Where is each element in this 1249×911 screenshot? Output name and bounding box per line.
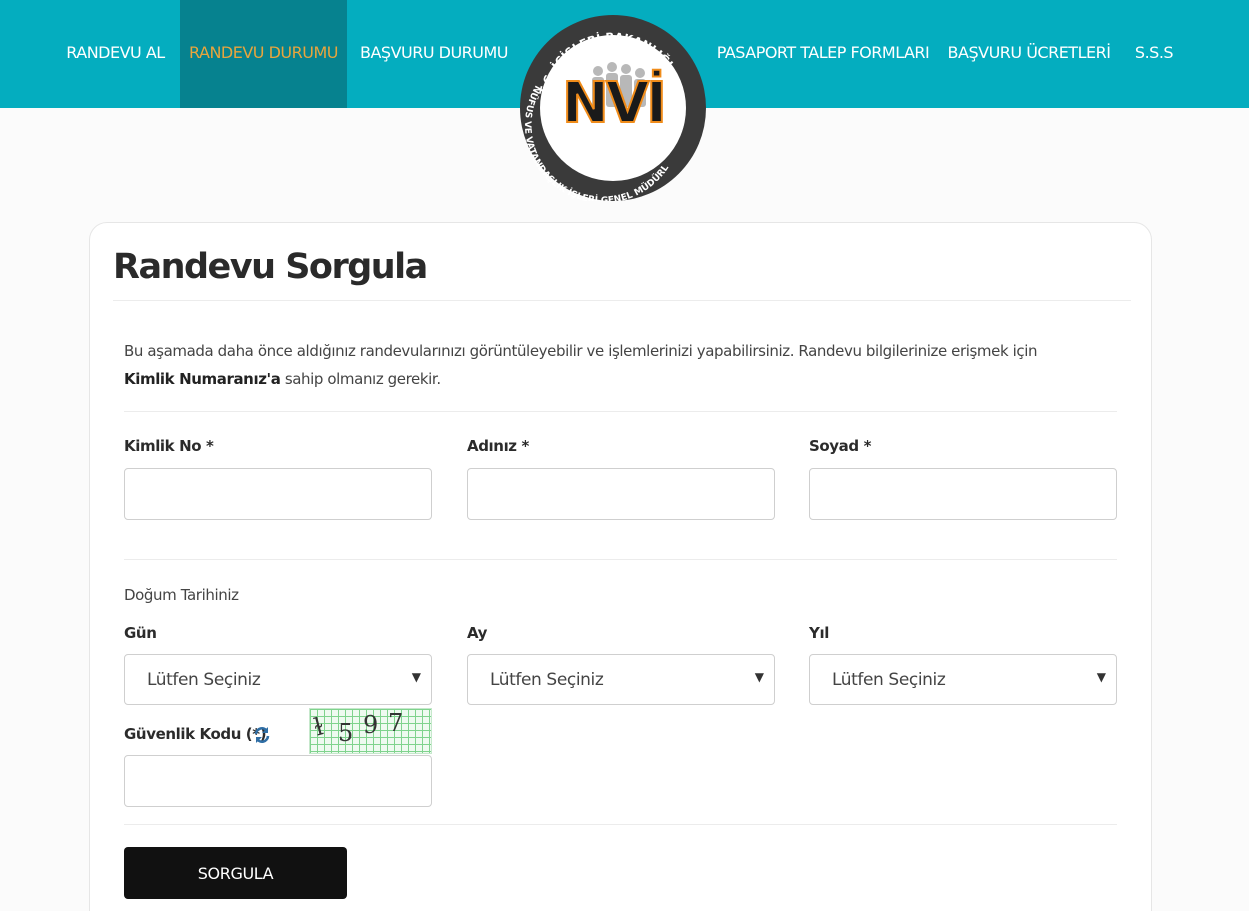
nav-sss[interactable]: S.S.S — [1128, 0, 1180, 108]
intro-divider — [124, 411, 1117, 412]
appointment-query-card: Randevu Sorgula Bu aşamada daha önce ald… — [89, 222, 1152, 911]
security-code-label: Güvenlik Kodu (*) — [124, 725, 267, 743]
intro-text-bold: Kimlik Numaranız'a — [124, 370, 281, 388]
month-label: Ay — [467, 624, 488, 642]
year-select[interactable]: Lütfen Seçiniz ▼ — [809, 654, 1117, 705]
kimlik-no-input[interactable] — [124, 468, 432, 520]
captcha-image: ɫ 5 9 7 — [309, 708, 432, 754]
security-divider — [124, 824, 1117, 825]
chevron-down-icon: ▼ — [1096, 670, 1106, 684]
day-select-value: Lütfen Seçiniz — [147, 670, 261, 690]
kimlik-no-label: Kimlik No * — [124, 437, 214, 455]
nav-pasaport-talep-formlari[interactable]: PASAPORT TALEP FORMLARI — [716, 0, 930, 108]
soyad-label: Soyad * — [809, 437, 872, 455]
captcha-char: 7 — [388, 709, 404, 737]
logo-mark: NVİ — [561, 70, 668, 137]
nav-basvuru-ucretleri[interactable]: BAŞVURU ÜCRETLERİ — [943, 0, 1115, 108]
intro-text-main: Bu aşamada daha önce aldığınız randevula… — [124, 342, 1038, 360]
security-code-input[interactable] — [124, 755, 432, 807]
intro-text-tail: sahip olmanız gerekir. — [280, 370, 441, 388]
day-select[interactable]: Lütfen Seçiniz ▼ — [124, 654, 432, 705]
captcha-char: ɫ — [310, 712, 327, 742]
birth-date-title: Doğum Tarihiniz — [124, 586, 239, 604]
month-select-value: Lütfen Seçiniz — [490, 670, 604, 690]
soyad-input[interactable] — [809, 468, 1117, 520]
title-divider — [113, 300, 1131, 301]
sorgula-button[interactable]: SORGULA — [124, 847, 347, 899]
year-label: Yıl — [809, 624, 829, 642]
month-select[interactable]: Lütfen Seçiniz ▼ — [467, 654, 775, 705]
nav-randevu-durumu[interactable]: RANDEVU DURUMU — [180, 0, 347, 108]
intro-text: Bu aşamada daha önce aldığınız randevula… — [124, 337, 1084, 393]
day-label: Gün — [124, 624, 157, 642]
ad-label: Adınız * — [467, 437, 529, 455]
year-select-value: Lütfen Seçiniz — [832, 670, 946, 690]
fields-divider — [124, 559, 1117, 560]
captcha-char: 9 — [363, 711, 379, 739]
nav-randevu-al[interactable]: RANDEVU AL — [54, 0, 177, 108]
nav-basvuru-durumu[interactable]: BAŞVURU DURUMU — [352, 0, 516, 108]
page-title: Randevu Sorgula — [113, 247, 428, 287]
refresh-icon[interactable] — [252, 725, 272, 745]
chevron-down-icon: ▼ — [754, 670, 764, 684]
captcha-char: 5 — [338, 719, 354, 747]
chevron-down-icon: ▼ — [411, 670, 421, 684]
ad-input[interactable] — [467, 468, 775, 520]
nvi-logo[interactable]: T.C. İÇİŞLERİ BAKANLIĞI NÜFUS VE VATANDA… — [520, 15, 706, 201]
